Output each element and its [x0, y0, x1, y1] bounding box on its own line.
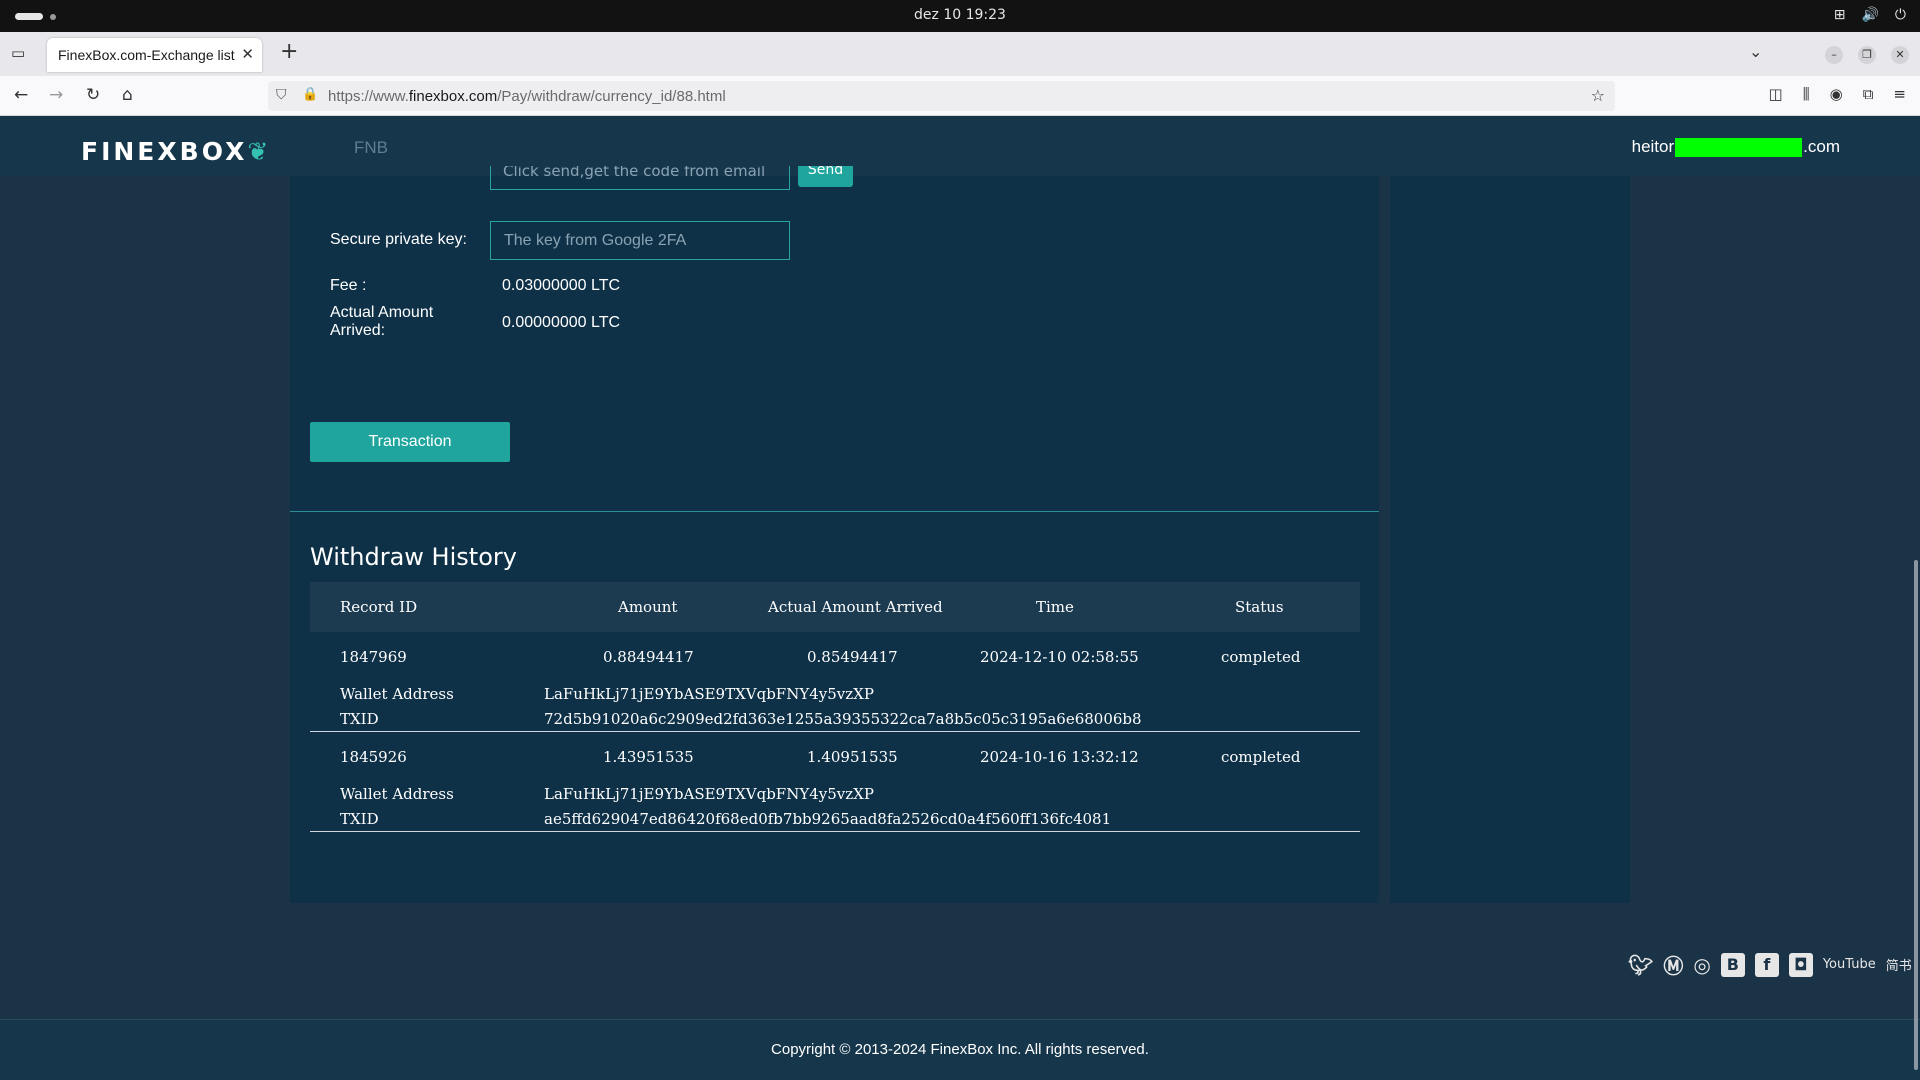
record-amount: 0.88494417 — [603, 648, 694, 666]
url-bar[interactable]: ⛉ 🔒 https://www.finexbox.com/Pay/withdra… — [268, 81, 1615, 111]
close-window-button[interactable]: ✕ — [1891, 46, 1909, 64]
tab-overview-icon[interactable]: ▭ — [11, 44, 29, 62]
power-icon[interactable]: ⏻ — [1895, 7, 1906, 23]
column-header-status: Status — [1235, 598, 1284, 616]
column-header-amount: Amount — [618, 598, 678, 616]
extensions-icon[interactable]: ⧉ — [1863, 85, 1874, 103]
youtube-icon[interactable]: YouTube — [1823, 957, 1876, 972]
jianshu-icon[interactable]: 简书 — [1886, 955, 1912, 974]
home-button[interactable]: ⌂ — [122, 85, 133, 105]
os-top-bar: dez 10 19:23 ⊞ 🔊 ⏻ — [0, 0, 1920, 32]
txid-value: 72d5b91020a6c2909ed2fd363e1255a39355322c… — [544, 710, 1142, 728]
actual-amount-label: Actual Amount Arrived: — [330, 304, 434, 339]
secure-key-label: Secure private key: — [330, 231, 467, 248]
record-status: completed — [1221, 748, 1301, 766]
user-email[interactable]: heitor .com — [1632, 137, 1840, 157]
bookmark-star-icon[interactable]: ☆ — [1591, 86, 1605, 105]
browser-toolbar-right: ◫ ⫼ ◉ ⧉ ≡ — [1769, 85, 1906, 103]
pocket-icon[interactable]: ◫ — [1769, 85, 1783, 103]
lock-icon[interactable]: 🔒 — [302, 87, 318, 102]
record-status: completed — [1221, 648, 1301, 666]
os-clock[interactable]: dez 10 19:23 — [0, 7, 1920, 23]
table-row: 1845926 1.43951535 1.40951535 2024-10-16… — [310, 732, 1360, 832]
email-prefix: heitor — [1631, 137, 1675, 156]
tab-title: FinexBox.com-Exchange list — [58, 47, 235, 63]
column-header-record-id: Record ID — [340, 598, 418, 616]
blogger-icon[interactable]: B — [1720, 952, 1745, 977]
forward-button[interactable]: → — [49, 85, 63, 105]
weibo-icon[interactable]: ◎ — [1693, 953, 1710, 977]
site-footer: Copyright © 2013-2024 FinexBox Inc. All … — [0, 1019, 1920, 1080]
wallet-address-value: LaFuHkLj71jE9YbASE9TXVqbFNY4y5vzXP — [544, 685, 874, 703]
withdraw-panel: Click send,get the code from email Send … — [290, 166, 1379, 903]
secure-key-input[interactable] — [490, 221, 790, 260]
close-tab-icon[interactable]: ✕ — [241, 45, 254, 63]
withdraw-history-table: Record ID Amount Actual Amount Arrived T… — [310, 582, 1360, 832]
withdraw-history-title: Withdraw History — [310, 543, 517, 571]
url-text[interactable]: https://www.finexbox.com/Pay/withdraw/cu… — [328, 88, 726, 105]
medium-icon[interactable]: Ⓜ — [1663, 950, 1683, 979]
list-tabs-icon[interactable]: ⌄ — [1749, 42, 1762, 61]
actual-amount-value: 0.00000000 LTC — [502, 314, 621, 331]
record-id: 1847969 — [340, 648, 407, 666]
email-suffix: .com — [1803, 137, 1840, 156]
new-tab-button[interactable]: + — [280, 41, 298, 63]
txid-label: TXID — [340, 710, 379, 728]
record-time: 2024-10-16 13:32:12 — [980, 748, 1139, 766]
copyright-text: Copyright © 2013-2024 FinexBox Inc. All … — [771, 1041, 1149, 1058]
social-links: 🐦︎ Ⓜ ◎ B f ◘ YouTube 简书 — [1628, 950, 1912, 979]
browser-tab-bar: ▭ FinexBox.com-Exchange list ✕ + ⌄ – ❐ ✕ — [0, 32, 1920, 76]
wallet-address-label: Wallet Address — [340, 785, 454, 803]
fee-value: 0.03000000 LTC — [502, 277, 621, 294]
browser-nav-bar: ← → ↻ ⌂ ⛉ 🔒 https://www.finexbox.com/Pay… — [0, 76, 1920, 116]
table-row: 1847969 0.88494417 0.85494417 2024-12-10… — [310, 632, 1360, 732]
restore-button[interactable]: ❐ — [1858, 46, 1876, 64]
menu-icon[interactable]: ≡ — [1893, 85, 1906, 103]
email-code-input[interactable]: Click send,get the code from email — [490, 166, 790, 190]
send-code-button[interactable]: Send — [798, 166, 853, 187]
leaf-icon: ❦ — [247, 137, 269, 166]
txid-value: ae5ffd629047ed86420f68ed0fb7bb9265aad8fa… — [544, 810, 1112, 828]
library-icon[interactable]: ⫼ — [1803, 85, 1810, 103]
reload-button[interactable]: ↻ — [86, 85, 100, 105]
txid-label: TXID — [340, 810, 379, 828]
fee-label: Fee : — [330, 277, 367, 294]
side-panel — [1390, 176, 1630, 903]
record-actual: 0.85494417 — [807, 648, 898, 666]
tracking-shield-icon[interactable]: ⛉ — [276, 87, 287, 103]
back-button[interactable]: ← — [14, 85, 28, 105]
nav-link-fnb[interactable]: FNB — [354, 138, 388, 158]
page-scrollbar[interactable] — [1914, 560, 1918, 1070]
twitter-icon[interactable]: 🐦︎ — [1628, 953, 1653, 977]
finexbox-logo[interactable]: FINEXBOX❦ — [81, 137, 268, 166]
record-id: 1845926 — [340, 748, 407, 766]
site-header: FINEXBOX❦ FNB heitor .com — [0, 117, 1920, 176]
browser-tab[interactable]: FinexBox.com-Exchange list ✕ — [47, 38, 262, 72]
record-actual: 1.40951535 — [807, 748, 898, 766]
record-time: 2024-12-10 02:58:55 — [980, 648, 1139, 666]
wallet-address-label: Wallet Address — [340, 685, 454, 703]
os-status-icons[interactable]: ⊞ 🔊 ⏻ — [1834, 7, 1906, 23]
section-divider — [290, 511, 1379, 512]
account-icon[interactable]: ◉ — [1830, 85, 1843, 103]
facebook-icon[interactable]: f — [1754, 952, 1779, 977]
column-header-actual: Actual Amount Arrived — [768, 598, 943, 616]
table-header: Record ID Amount Actual Amount Arrived T… — [310, 582, 1360, 632]
wallet-address-value: LaFuHkLj71jE9YbASE9TXVqbFNY4y5vzXP — [544, 785, 874, 803]
minimize-button[interactable]: – — [1825, 46, 1843, 64]
redaction-block — [1675, 137, 1803, 157]
volume-icon[interactable]: 🔊 — [1861, 7, 1878, 23]
transaction-button[interactable]: Transaction — [310, 422, 510, 462]
record-amount: 1.43951535 — [603, 748, 694, 766]
column-header-time: Time — [1036, 598, 1074, 616]
network-icon[interactable]: ⊞ — [1834, 7, 1846, 23]
instagram-icon[interactable]: ◘ — [1788, 952, 1813, 977]
